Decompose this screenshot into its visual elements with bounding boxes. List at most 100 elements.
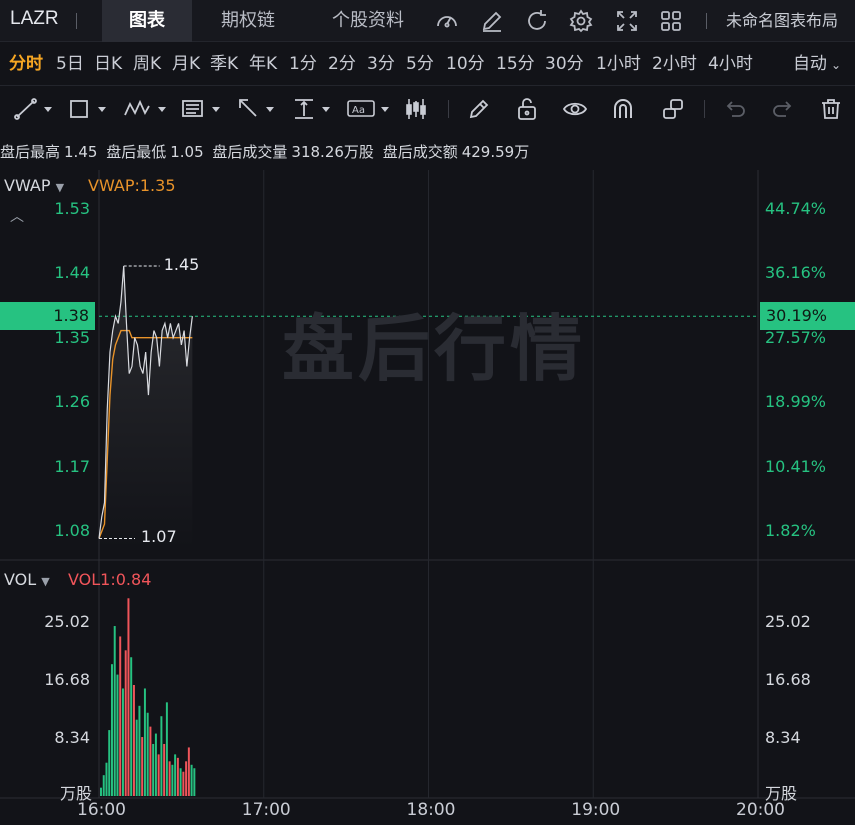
stat-high-label: 盘后最高: [0, 143, 61, 161]
settings-icon[interactable]: [568, 8, 594, 34]
volume-bar: [163, 743, 166, 796]
pct-y-tick: 27.57%: [765, 327, 827, 347]
x-axis-tick: 20:00: [736, 800, 785, 820]
volume-bar: [174, 754, 177, 796]
volume-bar: [119, 636, 122, 796]
magnet-icon[interactable]: [610, 96, 636, 122]
volume-bar: [152, 743, 155, 796]
volume-bar: [168, 761, 171, 796]
period-12[interactable]: 15分: [496, 42, 535, 86]
period-10[interactable]: 5分: [406, 42, 434, 86]
gauge-icon[interactable]: [434, 8, 460, 34]
x-axis-tick: 18:00: [406, 800, 456, 820]
x-axis-tick: 16:00: [77, 800, 126, 820]
pct-y-tick: 44.74%: [765, 198, 827, 218]
tab-options-chain[interactable]: 期权链: [205, 0, 291, 42]
vol-value: VOL1:0.84: [68, 570, 152, 589]
text-annotation-tool-icon[interactable]: Aa: [346, 96, 394, 122]
collapse-chevron-icon[interactable]: ︿: [10, 206, 24, 226]
price-y-tick: 1.44: [54, 263, 90, 283]
volume-bar: [143, 688, 146, 796]
unlock-icon[interactable]: [514, 96, 540, 122]
redo-icon[interactable]: [770, 96, 796, 122]
x-axis-tick: 17:00: [241, 800, 291, 820]
period-6[interactable]: 年K: [249, 42, 277, 86]
text-measure-tool-icon[interactable]: [292, 96, 336, 122]
period-8[interactable]: 2分: [328, 42, 356, 86]
volume-bar: [105, 762, 108, 796]
edit-icon[interactable]: [479, 8, 505, 34]
period-4[interactable]: 月K: [172, 42, 200, 86]
volume-y-tick: 25.02: [44, 612, 90, 632]
volume-bar: [102, 775, 105, 796]
period-11[interactable]: 10分: [446, 42, 485, 86]
volume-bar: [108, 730, 111, 796]
volume-bar: [146, 712, 149, 796]
stat-low-label: 盘后最低: [106, 143, 167, 161]
price-y-tick: 1.53: [54, 198, 90, 218]
period-5[interactable]: 季K: [210, 42, 238, 86]
candle-tool-icon[interactable]: [404, 96, 430, 122]
vwap-indicator-name[interactable]: VWAP ▼: [4, 176, 64, 195]
vol-indicator-name[interactable]: VOL ▼: [4, 570, 50, 589]
rectangle-tool-icon[interactable]: [66, 96, 110, 122]
pct-y-tick: 18.99%: [765, 392, 827, 412]
volume-bar: [179, 768, 182, 796]
chart-area[interactable]: 盘后行情 VWAP ▼ VWAP:1.35 ︿ VOL ▼ VOL1:0.84 …: [0, 170, 855, 825]
line-tool-icon[interactable]: [12, 96, 56, 122]
volume-bar: [185, 761, 188, 796]
period-1[interactable]: 5日: [56, 42, 84, 86]
eye-icon[interactable]: [562, 96, 588, 122]
volume-bar: [124, 650, 127, 796]
fib-tool-icon[interactable]: [180, 96, 224, 122]
volume-y-tick-right: 8.34: [765, 728, 801, 748]
grid-layout-icon[interactable]: [658, 8, 684, 34]
period-0[interactable]: 分时: [9, 42, 43, 86]
layers-icon[interactable]: [660, 96, 686, 122]
volume-bar: [130, 657, 133, 796]
tab-chart[interactable]: 图表: [102, 0, 192, 42]
chevron-down-icon: ⌄: [830, 58, 841, 72]
tab-stock-profile[interactable]: 个股资料: [318, 0, 418, 42]
chevron-down-icon[interactable]: ▼: [56, 181, 64, 194]
vol-label: VOL: [4, 570, 37, 589]
auto-select[interactable]: 自动 ⌄: [793, 42, 841, 86]
period-3[interactable]: 周K: [133, 42, 161, 86]
price-y-tick: 1.08: [54, 521, 90, 541]
stat-high-value: 1.45: [64, 143, 98, 161]
divider: [706, 13, 707, 29]
pencil-icon[interactable]: [466, 96, 492, 122]
chart-canvas[interactable]: [0, 170, 855, 825]
period-9[interactable]: 3分: [367, 42, 395, 86]
divider: [448, 100, 449, 118]
volume-bar: [154, 733, 157, 796]
stat-amount-label: 盘后成交额: [382, 143, 458, 161]
refresh-icon[interactable]: [524, 8, 550, 34]
chevron-down-icon[interactable]: ▼: [41, 575, 49, 588]
layout-name[interactable]: 未命名图表布局: [726, 0, 855, 42]
price-area: [99, 266, 193, 550]
watermark: 盘后行情: [282, 307, 587, 391]
period-13[interactable]: 30分: [545, 42, 584, 86]
stock-symbol[interactable]: LAZR: [10, 8, 59, 30]
pct-y-tick: 1.82%: [765, 521, 816, 541]
divider: [704, 100, 705, 118]
period-16[interactable]: 4小时: [708, 42, 753, 86]
period-14[interactable]: 1小时: [596, 42, 641, 86]
period-2[interactable]: 日K: [94, 42, 122, 86]
volume-bar: [171, 764, 174, 796]
arrow-tool-icon[interactable]: [236, 96, 280, 122]
period-7[interactable]: 1分: [289, 42, 317, 86]
price-y-tick: 1.35: [54, 327, 90, 347]
volume-bar: [190, 764, 193, 796]
volume-y-tick: 16.68: [44, 670, 90, 690]
undo-icon[interactable]: [722, 96, 748, 122]
pattern-tool-icon[interactable]: [122, 96, 170, 122]
pct-y-tick: 36.16%: [765, 263, 827, 283]
volume-bar: [182, 771, 185, 796]
volume-bar: [138, 705, 141, 796]
trash-icon[interactable]: [818, 96, 844, 122]
fullscreen-icon[interactable]: [614, 8, 640, 34]
current-pct-tag: 30.19%: [760, 302, 855, 331]
period-15[interactable]: 2小时: [652, 42, 697, 86]
